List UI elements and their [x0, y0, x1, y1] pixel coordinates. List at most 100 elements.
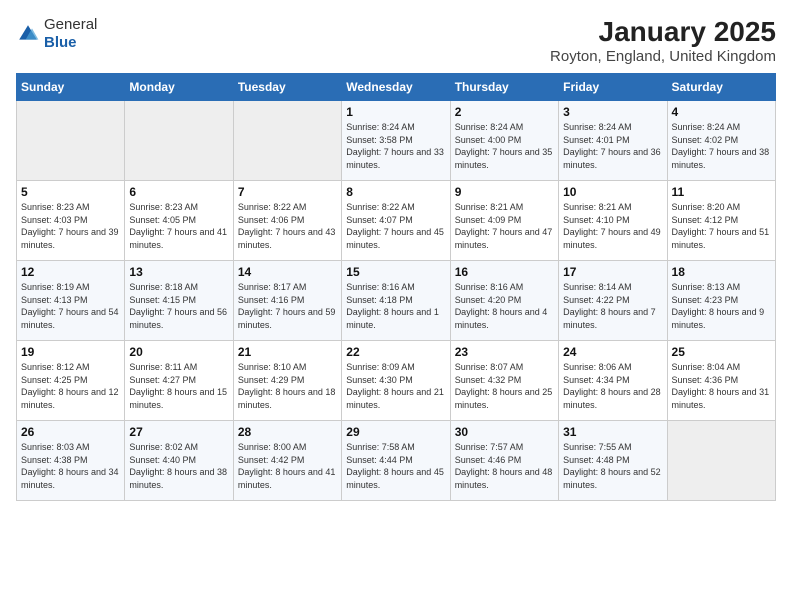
day-number: 26 [21, 425, 120, 439]
day-number: 20 [129, 345, 228, 359]
weekday-header-friday: Friday [559, 74, 667, 101]
day-number: 2 [455, 105, 554, 119]
day-info: Sunrise: 8:02 AMSunset: 4:40 PMDaylight:… [129, 441, 228, 491]
day-info: Sunrise: 8:04 AMSunset: 4:36 PMDaylight:… [672, 361, 771, 411]
weekday-header-monday: Monday [125, 74, 233, 101]
day-info: Sunrise: 8:21 AMSunset: 4:09 PMDaylight:… [455, 201, 554, 251]
day-number: 16 [455, 265, 554, 279]
calendar-cell: 14 Sunrise: 8:17 AMSunset: 4:16 PMDayligh… [233, 261, 341, 341]
day-info: Sunrise: 8:07 AMSunset: 4:32 PMDaylight:… [455, 361, 554, 411]
day-info: Sunrise: 8:11 AMSunset: 4:27 PMDaylight:… [129, 361, 228, 411]
page-header: General Blue January 2025 Royton, Englan… [16, 16, 776, 65]
calendar-cell: 5 Sunrise: 8:23 AMSunset: 4:03 PMDaylight… [17, 181, 125, 261]
day-info: Sunrise: 8:13 AMSunset: 4:23 PMDaylight:… [672, 281, 771, 331]
day-info: Sunrise: 8:10 AMSunset: 4:29 PMDaylight:… [238, 361, 337, 411]
day-info: Sunrise: 8:24 AMSunset: 4:00 PMDaylight:… [455, 121, 554, 171]
day-info: Sunrise: 8:14 AMSunset: 4:22 PMDaylight:… [563, 281, 662, 331]
day-number: 6 [129, 185, 228, 199]
day-number: 5 [21, 185, 120, 199]
calendar-cell: 11Sunrise: 8:20 AMSunset: 4:12 PMDayligh… [667, 181, 775, 261]
calendar-cell [17, 101, 125, 181]
calendar-cell [667, 421, 775, 501]
day-info: Sunrise: 8:19 AMSunset: 4:13 PMDaylight:… [21, 281, 120, 331]
day-info: Sunrise: 8:23 AMSunset: 4:03 PMDaylight:… [21, 201, 120, 251]
day-number: 13 [129, 265, 228, 279]
calendar-cell: 16 Sunrise: 8:16 AMSunset: 4:20 PMDayligh… [450, 261, 558, 341]
day-info: Sunrise: 8:24 AMSunset: 4:02 PMDaylight:… [672, 121, 771, 171]
day-number: 25 [672, 345, 771, 359]
day-number: 19 [21, 345, 120, 359]
calendar-cell: 30 Sunrise: 7:57 AMSunset: 4:46 PMDayligh… [450, 421, 558, 501]
day-info: Sunrise: 8:24 AMSunset: 4:01 PMDaylight:… [563, 121, 662, 171]
day-number: 3 [563, 105, 662, 119]
day-number: 10 [563, 185, 662, 199]
day-number: 27 [129, 425, 228, 439]
calendar-cell: 29 Sunrise: 7:58 AMSunset: 4:44 PMDayligh… [342, 421, 450, 501]
calendar-cell: 15 Sunrise: 8:16 AMSunset: 4:18 PMDayligh… [342, 261, 450, 341]
day-number: 18 [672, 265, 771, 279]
day-number: 22 [346, 345, 445, 359]
calendar-cell [125, 101, 233, 181]
day-info: Sunrise: 8:22 AMSunset: 4:06 PMDaylight:… [238, 201, 337, 251]
day-info: Sunrise: 8:22 AMSunset: 4:07 PMDaylight:… [346, 201, 445, 251]
day-number: 15 [346, 265, 445, 279]
calendar-cell: 17 Sunrise: 8:14 AMSunset: 4:22 PMDayligh… [559, 261, 667, 341]
day-number: 7 [238, 185, 337, 199]
day-info: Sunrise: 7:55 AMSunset: 4:48 PMDaylight:… [563, 441, 662, 491]
calendar-cell: 6 Sunrise: 8:23 AMSunset: 4:05 PMDaylight… [125, 181, 233, 261]
title-block: January 2025 Royton, England, United Kin… [550, 16, 776, 65]
day-info: Sunrise: 8:23 AMSunset: 4:05 PMDaylight:… [129, 201, 228, 251]
calendar-cell: 28 Sunrise: 8:00 AMSunset: 4:42 PMDayligh… [233, 421, 341, 501]
calendar-cell: 22Sunrise: 8:09 AMSunset: 4:30 PMDayligh… [342, 341, 450, 421]
day-info: Sunrise: 8:21 AMSunset: 4:10 PMDaylight:… [563, 201, 662, 251]
calendar-cell: 21Sunrise: 8:10 AMSunset: 4:29 PMDayligh… [233, 341, 341, 421]
day-number: 31 [563, 425, 662, 439]
calendar-cell: 26 Sunrise: 8:03 AMSunset: 4:38 PMDayligh… [17, 421, 125, 501]
weekday-header-sunday: Sunday [17, 74, 125, 101]
day-number: 17 [563, 265, 662, 279]
weekday-header-saturday: Saturday [667, 74, 775, 101]
location-title: Royton, England, United Kingdom [550, 48, 776, 65]
day-info: Sunrise: 7:57 AMSunset: 4:46 PMDaylight:… [455, 441, 554, 491]
calendar-cell: 23 Sunrise: 8:07 AMSunset: 4:32 PMDayligh… [450, 341, 558, 421]
calendar-cell: 7 Sunrise: 8:22 AMSunset: 4:06 PMDaylight… [233, 181, 341, 261]
calendar-cell: 25 Sunrise: 8:04 AMSunset: 4:36 PMDayligh… [667, 341, 775, 421]
day-info: Sunrise: 8:24 AMSunset: 3:58 PMDaylight:… [346, 121, 445, 171]
day-info: Sunrise: 8:20 AMSunset: 4:12 PMDaylight:… [672, 201, 771, 251]
day-number: 9 [455, 185, 554, 199]
calendar-cell: 18 Sunrise: 8:13 AMSunset: 4:23 PMDayligh… [667, 261, 775, 341]
day-number: 23 [455, 345, 554, 359]
day-number: 14 [238, 265, 337, 279]
day-number: 28 [238, 425, 337, 439]
day-number: 29 [346, 425, 445, 439]
day-info: Sunrise: 8:17 AMSunset: 4:16 PMDaylight:… [238, 281, 337, 331]
day-info: Sunrise: 8:03 AMSunset: 4:38 PMDaylight:… [21, 441, 120, 491]
logo-icon [16, 22, 40, 46]
day-number: 30 [455, 425, 554, 439]
month-title: January 2025 [550, 16, 776, 48]
calendar-cell: 19 Sunrise: 8:12 AMSunset: 4:25 PMDayligh… [17, 341, 125, 421]
day-info: Sunrise: 7:58 AMSunset: 4:44 PMDaylight:… [346, 441, 445, 491]
day-number: 1 [346, 105, 445, 119]
day-number: 8 [346, 185, 445, 199]
day-number: 12 [21, 265, 120, 279]
weekday-header-tuesday: Tuesday [233, 74, 341, 101]
day-info: Sunrise: 8:06 AMSunset: 4:34 PMDaylight:… [563, 361, 662, 411]
calendar-cell: 1 Sunrise: 8:24 AMSunset: 3:58 PMDaylight… [342, 101, 450, 181]
calendar-cell: 2 Sunrise: 8:24 AMSunset: 4:00 PMDaylight… [450, 101, 558, 181]
weekday-header-wednesday: Wednesday [342, 74, 450, 101]
calendar-cell: 12 Sunrise: 8:19 AMSunset: 4:13 PMDayligh… [17, 261, 125, 341]
day-info: Sunrise: 8:16 AMSunset: 4:20 PMDaylight:… [455, 281, 554, 331]
calendar-cell: 3 Sunrise: 8:24 AMSunset: 4:01 PMDaylight… [559, 101, 667, 181]
day-info: Sunrise: 8:12 AMSunset: 4:25 PMDaylight:… [21, 361, 120, 411]
weekday-header-thursday: Thursday [450, 74, 558, 101]
day-info: Sunrise: 8:16 AMSunset: 4:18 PMDaylight:… [346, 281, 445, 331]
logo: General Blue [16, 16, 97, 52]
calendar-cell: 10 Sunrise: 8:21 AMSunset: 4:10 PMDayligh… [559, 181, 667, 261]
day-number: 4 [672, 105, 771, 119]
calendar-cell [233, 101, 341, 181]
calendar-table: SundayMondayTuesdayWednesdayThursdayFrid… [16, 73, 776, 501]
calendar-cell: 13Sunrise: 8:18 AMSunset: 4:15 PMDayligh… [125, 261, 233, 341]
day-info: Sunrise: 8:00 AMSunset: 4:42 PMDaylight:… [238, 441, 337, 491]
logo-text-blue: Blue [44, 34, 77, 51]
